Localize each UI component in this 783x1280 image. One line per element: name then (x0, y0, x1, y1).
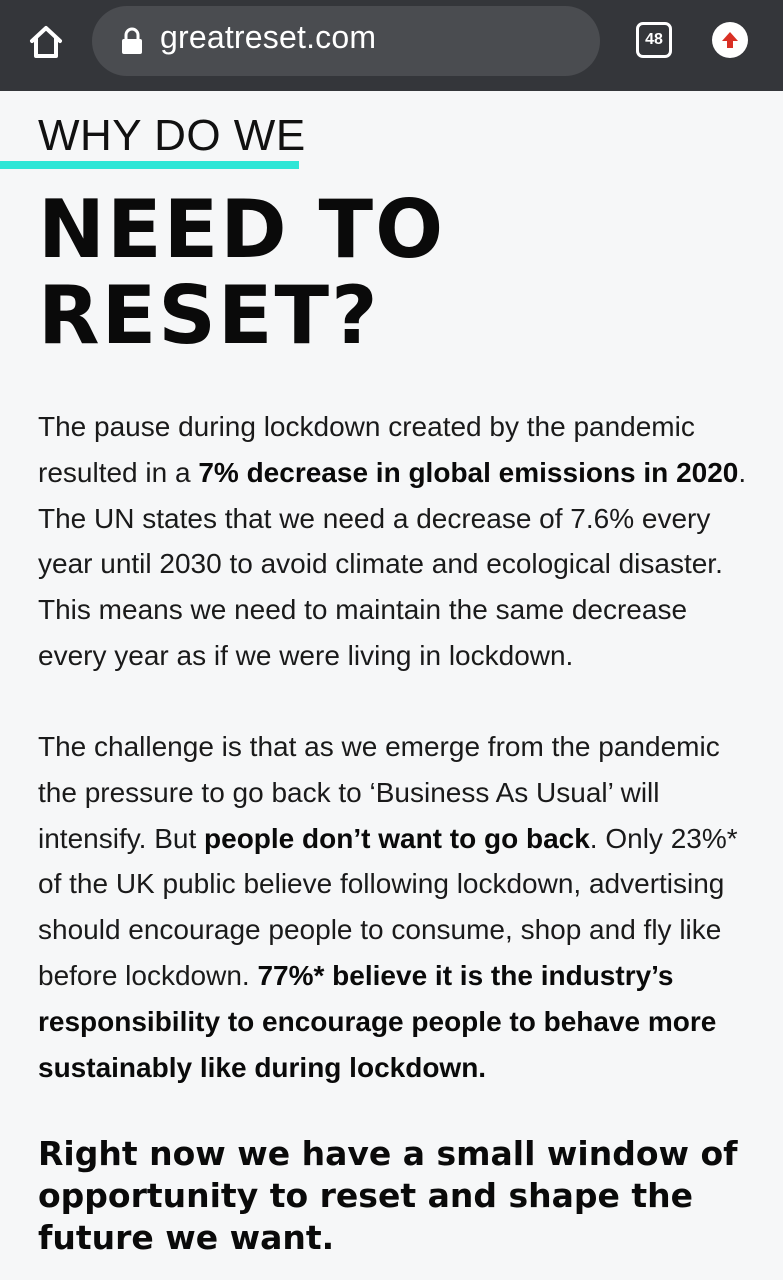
update-arrow-icon (722, 32, 738, 48)
paragraph-emissions: The pause during lockdown created by the… (38, 404, 758, 679)
tab-switcher-button[interactable]: 48 (636, 22, 672, 58)
home-button[interactable] (22, 18, 70, 66)
kicker-underline (0, 161, 299, 169)
url-text: greatreset.com (160, 19, 377, 55)
emphasis-text: people don’t want to go back (204, 822, 590, 854)
section-kicker: WHY DO WE (38, 111, 306, 160)
lock-icon (122, 27, 142, 54)
browser-toolbar: greatreset.com 48 (0, 0, 783, 91)
tab-count: 48 (645, 31, 663, 48)
closing-statement: Right now we have a small window of oppo… (38, 1134, 738, 1257)
emphasis-text: 7% decrease in global emissions in 2020 (198, 456, 739, 488)
address-bar[interactable]: greatreset.com (92, 6, 600, 76)
paragraph-challenge: The challenge is that as we emerge from … (38, 724, 758, 1090)
page-headline: NEED TO RESET? (38, 183, 446, 362)
page-content: WHY DO WE NEED TO RESET? The pause durin… (0, 91, 783, 1280)
paragraph-text: . The UN states that we need a decrease … (38, 456, 747, 671)
update-button[interactable] (712, 22, 748, 58)
home-icon (30, 26, 62, 58)
